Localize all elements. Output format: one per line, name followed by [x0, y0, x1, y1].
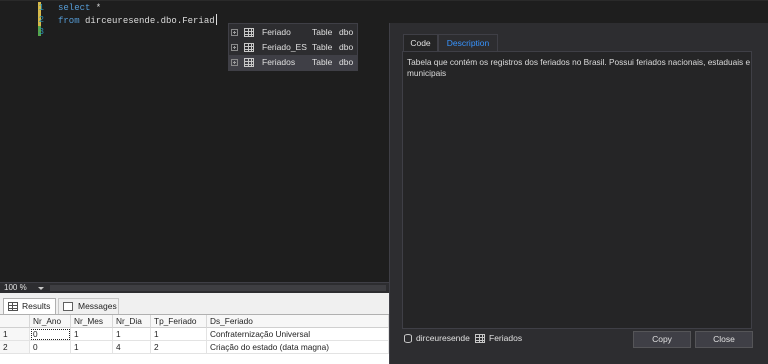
- tab-messages[interactable]: Messages: [58, 298, 119, 314]
- expand-icon[interactable]: [231, 59, 238, 66]
- item-type: Table: [312, 57, 333, 67]
- table-cell[interactable]: 0: [30, 328, 71, 341]
- item-schema: dbo: [339, 27, 354, 37]
- item-type: Table: [312, 27, 333, 37]
- object-details-panel: Code Description Tabela que contém os re…: [389, 23, 768, 364]
- expand-icon[interactable]: [231, 29, 238, 36]
- table-cell[interactable]: 2: [151, 341, 207, 354]
- row-number[interactable]: 2: [0, 341, 30, 354]
- zoom-level[interactable]: 100 %: [4, 283, 27, 293]
- table-cell[interactable]: 1: [113, 328, 151, 341]
- item-name: Feriado_ES: [262, 42, 307, 52]
- results-pane: Results Messages Nr_Ano Nr_Mes Nr_Dia Tp…: [0, 293, 389, 364]
- row-header-corner[interactable]: [0, 315, 30, 328]
- editor-top-border: [0, 0, 768, 1]
- intellisense-item-feriado-es[interactable]: Feriado_ES Table dbo: [229, 40, 357, 55]
- results-grid[interactable]: Nr_Ano Nr_Mes Nr_Dia Tp_Feriado Ds_Feria…: [0, 314, 389, 364]
- text-caret: [215, 14, 217, 25]
- tab-label: Results: [22, 301, 51, 311]
- column-header[interactable]: Nr_Dia: [113, 315, 151, 328]
- grid-icon: [8, 302, 18, 311]
- item-name: Feriados: [262, 57, 296, 67]
- line-number: 2: [38, 15, 44, 25]
- table-cell[interactable]: Criação do estado (data magna): [207, 341, 389, 354]
- object-name: Feriados: [489, 333, 523, 343]
- sql-keyword: select: [58, 3, 91, 13]
- table-cell[interactable]: 1: [151, 328, 207, 341]
- expand-icon[interactable]: [231, 44, 238, 51]
- column-header[interactable]: Nr_Ano: [30, 315, 71, 328]
- item-schema: dbo: [339, 42, 354, 52]
- tab-results[interactable]: Results: [3, 298, 56, 314]
- database-name: dirceuresende: [416, 333, 470, 343]
- tab-description[interactable]: Description: [438, 34, 498, 51]
- tab-label: Messages: [78, 301, 117, 311]
- column-header[interactable]: Tp_Feriado: [151, 315, 207, 328]
- editor-status-bar: 100 %: [0, 282, 389, 293]
- table-cell[interactable]: Confraternização Universal: [207, 328, 389, 341]
- close-button[interactable]: Close: [695, 331, 753, 348]
- item-schema: dbo: [339, 57, 354, 67]
- horizontal-scrollbar[interactable]: [50, 285, 386, 291]
- column-header[interactable]: Nr_Mes: [71, 315, 113, 328]
- item-name: Feriado: [262, 27, 291, 37]
- object-description: Tabela que contém os registros dos feria…: [407, 57, 751, 78]
- table-cell[interactable]: 0: [30, 341, 71, 354]
- item-type: Table: [312, 42, 333, 52]
- table-icon: [244, 43, 254, 52]
- sql-keyword: from: [58, 16, 80, 26]
- copy-button[interactable]: Copy: [633, 331, 691, 348]
- table-icon: [244, 28, 254, 37]
- intellisense-item-feriados[interactable]: Feriados Table dbo: [229, 55, 357, 70]
- table-cell[interactable]: 1: [71, 328, 113, 341]
- table-cell[interactable]: 1: [71, 341, 113, 354]
- code-line-1[interactable]: 1 select *: [0, 2, 768, 14]
- sql-text: dirceuresende.dbo.Feriad: [79, 16, 215, 26]
- description-box: Tabela que contém os registros dos feria…: [402, 51, 752, 329]
- database-icon: [404, 334, 412, 343]
- intellisense-item-feriado[interactable]: Feriado Table dbo: [229, 25, 357, 40]
- table-cell[interactable]: 4: [113, 341, 151, 354]
- table-icon: [475, 334, 485, 343]
- tab-code[interactable]: Code: [403, 34, 438, 51]
- row-number[interactable]: 1: [0, 328, 30, 341]
- line-number: 3: [38, 27, 44, 37]
- chevron-down-icon[interactable]: [38, 287, 44, 290]
- messages-icon: [63, 302, 73, 311]
- intellisense-list[interactable]: Feriado Table dbo Feriado_ES Table dbo F…: [228, 23, 358, 71]
- line-number: 1: [38, 3, 44, 13]
- column-header[interactable]: Ds_Feriado: [207, 315, 389, 328]
- table-icon: [244, 58, 254, 67]
- sql-text: *: [90, 3, 102, 13]
